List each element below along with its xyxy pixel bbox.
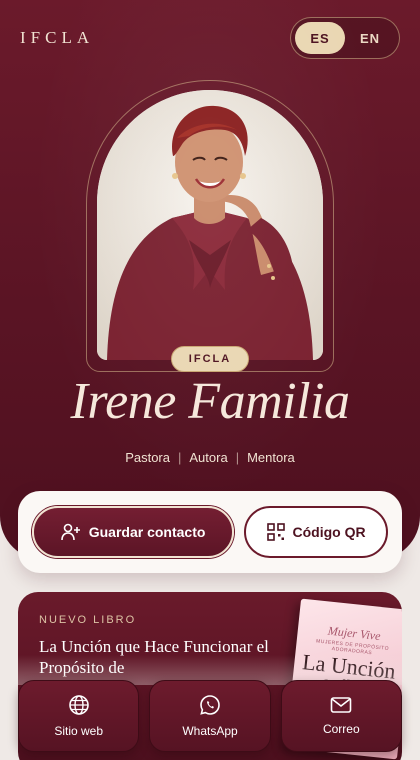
lang-option-en[interactable]: EN	[345, 22, 395, 54]
profile-name: Irene Familia	[70, 373, 350, 430]
primary-actions: Guardar contacto Código QR	[18, 491, 402, 573]
mail-icon	[331, 697, 352, 713]
email-button[interactable]: Correo	[280, 680, 402, 752]
brand-logo: IFCLA	[20, 28, 95, 47]
whatsapp-label: WhatsApp	[182, 724, 238, 738]
profile-hero: IFCLA ES EN IFCLA Irene Familia Pastora …	[0, 0, 420, 560]
role-mentora: Mentora	[247, 450, 295, 465]
book-title: La Unción que Hace Funcionar el Propósit…	[39, 637, 269, 677]
qr-code-icon	[266, 523, 285, 541]
save-contact-label: Guardar contacto	[88, 524, 206, 540]
portrait-photo	[97, 90, 323, 360]
qr-code-button[interactable]: Código QR	[244, 506, 388, 558]
role-separator: |	[178, 450, 182, 465]
qr-code-label: Código QR	[292, 524, 366, 540]
role-autora: Autora	[189, 450, 228, 465]
whatsapp-button[interactable]: WhatsApp	[149, 680, 271, 752]
save-contact-button[interactable]: Guardar contacto	[32, 506, 235, 558]
role-pastora: Pastora	[125, 450, 170, 465]
email-label: Correo	[322, 722, 360, 736]
user-plus-icon	[60, 523, 80, 541]
book-tag: NUEVO LIBRO	[39, 614, 137, 626]
website-button[interactable]: Sitio web	[18, 680, 140, 752]
organization-badge: IFCLA	[171, 346, 249, 372]
portrait-illustration	[97, 90, 323, 360]
language-switcher: ES EN	[290, 17, 400, 59]
globe-icon	[68, 695, 89, 715]
contact-dock: Sitio web WhatsApp Correo	[18, 680, 402, 752]
role-separator: |	[235, 450, 240, 465]
lang-option-es[interactable]: ES	[295, 22, 345, 54]
profile-roles: Pastora | Autora | Mentora	[0, 450, 420, 465]
whatsapp-icon	[200, 695, 220, 715]
website-label: Sitio web	[54, 724, 104, 738]
